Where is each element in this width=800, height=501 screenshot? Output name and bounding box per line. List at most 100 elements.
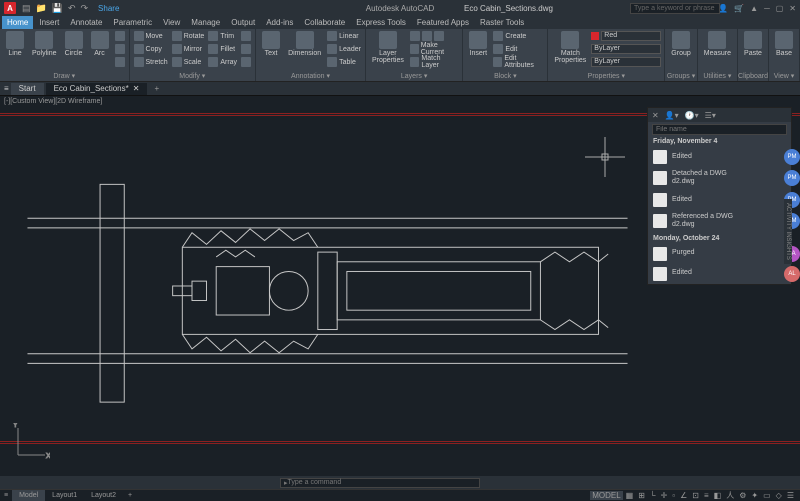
layer-properties-button[interactable]: Layer Properties — [369, 30, 407, 65]
activity-item[interactable]: EditedPM — [648, 190, 791, 210]
close-tab-icon[interactable]: ✕ — [133, 84, 140, 93]
osnap-icon[interactable]: ▫ — [670, 491, 677, 500]
activity-item[interactable]: Referenced a DWG d2.dwgPM — [648, 210, 791, 233]
model-tab[interactable]: Model — [12, 490, 45, 501]
tab-manage[interactable]: Manage — [186, 16, 225, 29]
clean-icon[interactable]: ▭ — [761, 491, 773, 500]
move-button[interactable]: Move — [133, 30, 169, 42]
model-badge[interactable]: MODEL — [590, 491, 622, 500]
table-button[interactable]: Table — [326, 56, 362, 68]
tab-home[interactable]: Home — [2, 16, 33, 29]
panel-close-icon[interactable]: ✕ — [652, 111, 659, 120]
trans-icon[interactable]: ◧ — [712, 491, 724, 500]
start-tab[interactable]: Start — [11, 83, 44, 95]
insert-button[interactable]: Insert — [466, 30, 490, 58]
match-layer-button[interactable]: Match Layer — [409, 56, 459, 68]
close-icon[interactable]: ✕ — [789, 4, 796, 13]
arc-button[interactable]: Arc — [88, 30, 112, 58]
maximize-icon[interactable]: ▢ — [776, 4, 784, 13]
tab-express[interactable]: Express Tools — [351, 16, 411, 29]
mirror-button[interactable]: Mirror — [171, 43, 206, 55]
file-tab[interactable]: Eco Cabin_Sections*✕ — [46, 83, 148, 95]
app-logo[interactable]: A — [4, 2, 16, 14]
color-select[interactable]: Red — [591, 30, 661, 41]
tab-insert[interactable]: Insert — [34, 16, 64, 29]
polyline-button[interactable]: Polyline — [29, 30, 60, 58]
track-icon[interactable]: ∠ — [678, 491, 689, 500]
custom-icon[interactable]: ☰ — [785, 491, 796, 500]
drawing-canvas[interactable]: YX ✕ 👤▾ 🕐▾ ☰▾ Friday, November 4 EditedP… — [0, 107, 800, 476]
panel-search-input[interactable] — [652, 124, 787, 135]
tab-collaborate[interactable]: Collaborate — [299, 16, 350, 29]
dyn-icon[interactable]: ⊡ — [690, 491, 701, 500]
copy-button[interactable]: Copy — [133, 43, 169, 55]
trim-button[interactable]: Trim — [207, 30, 238, 42]
text-button[interactable]: Text — [259, 30, 283, 58]
lineweight-select[interactable]: ByLayer — [591, 56, 661, 67]
cart-icon[interactable]: 🛒 — [734, 4, 744, 13]
base-button[interactable]: Base — [772, 30, 796, 58]
person-icon[interactable]: 👤▾ — [665, 111, 679, 120]
linear-button[interactable]: Linear — [326, 30, 362, 42]
help-icon[interactable]: ▲ — [750, 4, 758, 13]
activity-item[interactable]: EditedPM — [648, 147, 791, 167]
match-properties-button[interactable]: Match Properties — [551, 30, 589, 65]
insights-tab[interactable]: ACTIVITY INSIGHTS — [784, 199, 792, 264]
scale-button[interactable]: Scale — [171, 56, 206, 68]
create-button[interactable]: Create — [492, 30, 544, 42]
tab-addins[interactable]: Add-ins — [261, 16, 298, 29]
tabs-menu-icon[interactable]: ≡ — [4, 84, 9, 93]
stretch-button[interactable]: Stretch — [133, 56, 169, 68]
tab-output[interactable]: Output — [226, 16, 260, 29]
edit-attr-button[interactable]: Edit Attributes — [492, 56, 544, 68]
tab-view[interactable]: View — [158, 16, 185, 29]
anno-icon[interactable]: ✦ — [749, 491, 760, 500]
rotate-button[interactable]: Rotate — [171, 30, 206, 42]
open-icon[interactable]: 📁 — [36, 3, 47, 14]
new-tab-button[interactable]: + — [149, 84, 164, 93]
make-current-button[interactable]: Make Current — [409, 43, 459, 55]
activity-item[interactable]: EditedAL — [648, 264, 791, 284]
tab-raster[interactable]: Raster Tools — [475, 16, 529, 29]
group-button[interactable]: Group — [668, 30, 693, 58]
layout-menu-icon[interactable]: ≡ — [0, 492, 12, 499]
layout2-tab[interactable]: Layout2 — [84, 490, 123, 501]
search-input[interactable]: Type a keyword or phrase — [630, 3, 720, 14]
dimension-button[interactable]: Dimension — [285, 30, 324, 58]
save-icon[interactable]: 💾 — [52, 3, 63, 14]
iso-icon[interactable]: ◇ — [774, 491, 784, 500]
array-button[interactable]: Array — [207, 56, 238, 68]
tab-parametric[interactable]: Parametric — [108, 16, 157, 29]
menu-icon[interactable]: ▤ — [22, 3, 31, 14]
add-layout-button[interactable]: + — [123, 492, 137, 499]
leader-button[interactable]: Leader — [326, 43, 362, 55]
share-button[interactable]: Share — [98, 4, 119, 13]
edit-button[interactable]: Edit — [492, 43, 544, 55]
paste-button[interactable]: Paste — [741, 30, 765, 58]
lwt-icon[interactable]: ≡ — [702, 491, 711, 500]
ortho-icon[interactable]: └ — [648, 491, 658, 500]
redo-icon[interactable]: ↷ — [81, 3, 89, 14]
command-line[interactable]: ▸ Type a command — [280, 478, 480, 488]
view-label[interactable]: [-][Custom View][2D Wireframe] — [0, 96, 800, 107]
tab-featured[interactable]: Featured Apps — [412, 16, 474, 29]
workspace-icon[interactable]: ⚙ — [737, 491, 748, 500]
scale-icon[interactable]: 人 — [724, 490, 736, 501]
clock-icon[interactable]: 🕐▾ — [685, 111, 699, 120]
tab-annotate[interactable]: Annotate — [65, 16, 107, 29]
snap-icon[interactable]: ⊞ — [636, 491, 647, 500]
line-button[interactable]: Line — [3, 30, 27, 58]
activity-item[interactable]: PurgedLA — [648, 244, 791, 264]
polar-icon[interactable]: ✛ — [659, 491, 670, 500]
grid-icon[interactable]: ▦ — [624, 491, 636, 500]
minimize-icon[interactable]: ─ — [764, 4, 770, 13]
draw-extra[interactable] — [114, 30, 126, 42]
measure-button[interactable]: Measure — [701, 30, 734, 58]
circle-button[interactable]: Circle — [62, 30, 86, 58]
fillet-button[interactable]: Fillet — [207, 43, 238, 55]
activity-item[interactable]: Detached a DWG d2.dwgPM — [648, 167, 791, 190]
linetype-select[interactable]: ByLayer — [591, 43, 661, 54]
layout1-tab[interactable]: Layout1 — [45, 490, 84, 501]
list-icon[interactable]: ☰▾ — [705, 111, 716, 120]
undo-icon[interactable]: ↶ — [68, 3, 76, 14]
